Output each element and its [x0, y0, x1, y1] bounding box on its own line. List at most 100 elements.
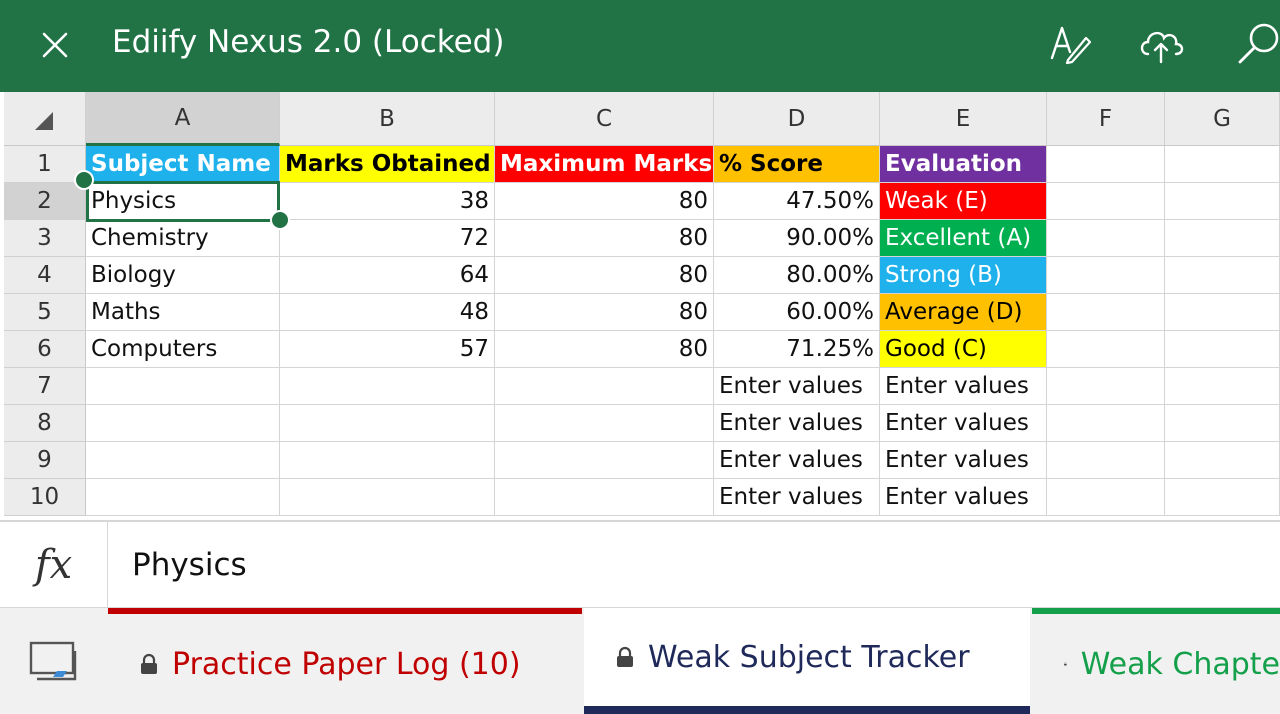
sheet-list-button[interactable] — [0, 608, 106, 714]
cell[interactable] — [1165, 220, 1280, 257]
subject-cell[interactable]: Biology — [86, 257, 280, 294]
column-header[interactable]: A — [86, 92, 280, 146]
cell[interactable]: Enter values — [880, 442, 1047, 479]
cell[interactable]: Enter values — [714, 368, 880, 405]
cell[interactable]: Average (D) — [880, 294, 1047, 331]
subject-cell[interactable]: Physics — [86, 183, 280, 220]
formula-input[interactable]: Physics — [132, 542, 247, 588]
cell[interactable]: Enter values — [880, 405, 1047, 442]
cell[interactable] — [495, 479, 714, 516]
column-header[interactable]: C — [495, 92, 714, 146]
draw-button[interactable] — [1040, 16, 1100, 72]
cell[interactable]: 71.25% — [714, 331, 880, 368]
cell[interactable]: 48 — [280, 294, 495, 331]
cell[interactable] — [280, 405, 495, 442]
column-header[interactable]: E — [880, 92, 1047, 146]
row-header[interactable]: 3 — [4, 220, 86, 257]
header-cell[interactable]: Subject Name — [86, 146, 280, 183]
cell[interactable] — [1047, 479, 1165, 516]
cell[interactable]: Enter values — [880, 368, 1047, 405]
cell[interactable]: 80.00% — [714, 257, 880, 294]
cell[interactable] — [1047, 405, 1165, 442]
cell[interactable] — [1047, 257, 1165, 294]
cell[interactable]: Good (C) — [880, 331, 1047, 368]
fx-icon[interactable]: fx — [0, 522, 108, 608]
cell[interactable]: Weak (E) — [880, 183, 1047, 220]
cell[interactable] — [280, 368, 495, 405]
row-header[interactable]: 7 — [4, 368, 86, 405]
subject-cell[interactable] — [86, 368, 280, 405]
subject-cell[interactable] — [86, 479, 280, 516]
select-all-corner[interactable] — [4, 92, 86, 146]
cell[interactable] — [1047, 442, 1165, 479]
tab-weak-subject-tracker[interactable]: Weak Subject Tracker — [584, 608, 1030, 714]
cell[interactable] — [1047, 368, 1165, 405]
search-icon — [1238, 23, 1279, 64]
cell[interactable]: Excellent (A) — [880, 220, 1047, 257]
cell[interactable]: 38 — [280, 183, 495, 220]
cell[interactable]: 57 — [280, 331, 495, 368]
column-header[interactable]: G — [1165, 92, 1280, 146]
subject-cell[interactable]: Computers — [86, 331, 280, 368]
cell[interactable]: Enter values — [714, 442, 880, 479]
cell[interactable] — [1165, 442, 1280, 479]
subject-cell[interactable]: Chemistry — [86, 220, 280, 257]
cell[interactable]: Enter values — [880, 479, 1047, 516]
cell[interactable]: 80 — [495, 257, 714, 294]
cell[interactable]: 72 — [280, 220, 495, 257]
cell[interactable] — [495, 405, 714, 442]
column-header[interactable]: D — [714, 92, 880, 146]
row-header[interactable]: 5 — [4, 294, 86, 331]
cell[interactable] — [280, 479, 495, 516]
subject-cell[interactable] — [86, 442, 280, 479]
cell[interactable] — [495, 368, 714, 405]
upload-button[interactable] — [1131, 16, 1191, 72]
row-header[interactable]: 4 — [4, 257, 86, 294]
cell[interactable]: Enter values — [714, 479, 880, 516]
cell[interactable]: Strong (B) — [880, 257, 1047, 294]
cell[interactable]: 90.00% — [714, 220, 880, 257]
header-cell[interactable]: Maximum Marks — [495, 146, 714, 183]
row-header[interactable]: 10 — [4, 479, 86, 516]
cell[interactable] — [1165, 294, 1280, 331]
cell[interactable] — [1165, 368, 1280, 405]
column-header[interactable]: F — [1047, 92, 1165, 146]
cell[interactable] — [1047, 220, 1165, 257]
row-header[interactable]: 9 — [4, 442, 86, 479]
cell[interactable] — [1047, 146, 1165, 183]
subject-cell[interactable]: Maths — [86, 294, 280, 331]
cell[interactable] — [1165, 257, 1280, 294]
cell[interactable]: 80 — [495, 294, 714, 331]
cell[interactable] — [1165, 146, 1280, 183]
tab-weak-chapter[interactable]: Weak Chapte — [1032, 608, 1280, 714]
cell[interactable]: 60.00% — [714, 294, 880, 331]
cell[interactable]: 80 — [495, 220, 714, 257]
cell[interactable]: 80 — [495, 331, 714, 368]
cell[interactable] — [1047, 183, 1165, 220]
cell[interactable]: Enter values — [714, 405, 880, 442]
cell[interactable]: 80 — [495, 183, 714, 220]
cell[interactable] — [1165, 405, 1280, 442]
row-header[interactable]: 8 — [4, 405, 86, 442]
close-button[interactable] — [30, 20, 80, 70]
header-cell[interactable]: Marks Obtained — [280, 146, 495, 183]
cell[interactable] — [1047, 294, 1165, 331]
subject-cell[interactable] — [86, 405, 280, 442]
selection-handle-bottom-right[interactable] — [270, 210, 290, 230]
tab-practice-paper-log[interactable]: Practice Paper Log (10) — [108, 608, 582, 714]
cell[interactable]: 47.50% — [714, 183, 880, 220]
header-cell[interactable]: Evaluation — [880, 146, 1047, 183]
row-header[interactable]: 6 — [4, 331, 86, 368]
cell[interactable] — [1047, 331, 1165, 368]
cell[interactable]: 64 — [280, 257, 495, 294]
column-header[interactable]: B — [280, 92, 495, 146]
cell[interactable] — [280, 442, 495, 479]
selection-handle-top-left[interactable] — [74, 170, 94, 190]
cell[interactable] — [1165, 183, 1280, 220]
header-cell[interactable]: % Score — [714, 146, 880, 183]
row-header[interactable]: 2 — [4, 183, 86, 220]
cell[interactable] — [1165, 331, 1280, 368]
cell[interactable] — [495, 442, 714, 479]
search-button[interactable] — [1228, 16, 1280, 72]
cell[interactable] — [1165, 479, 1280, 516]
